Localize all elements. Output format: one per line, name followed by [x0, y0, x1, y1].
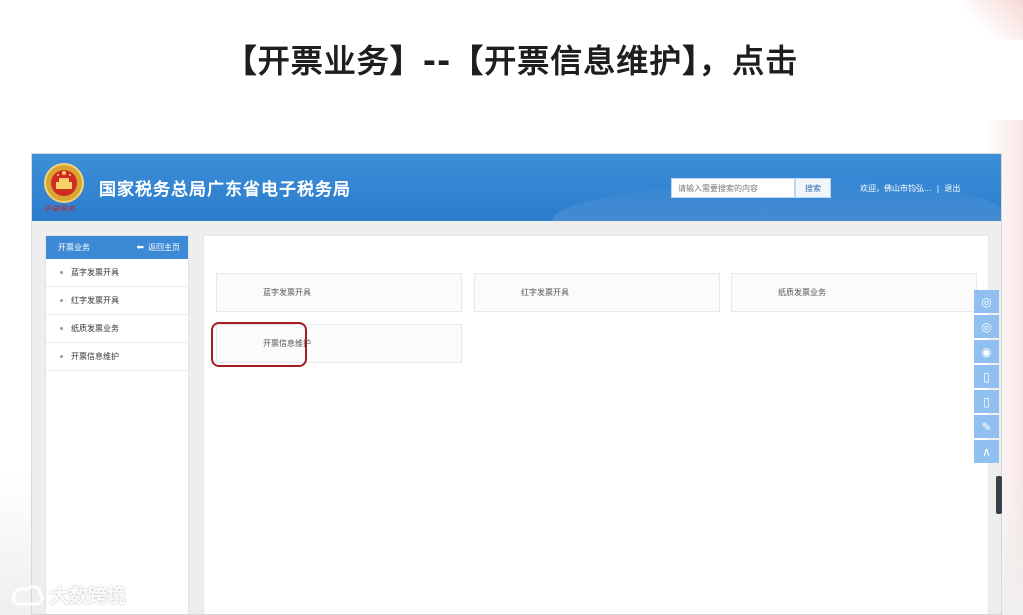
watermark: 大数跨境 — [10, 581, 126, 608]
main-content: 蓝字发票开具 红字发票开具 纸质发票业务 开票信息维护 — [203, 235, 989, 614]
sidebar: 开票业务 ⬅ 返回主页 蓝字发票开具 红字发票开具 纸质发票业务 开票信息维护 — [45, 235, 189, 614]
tax-bureau-app-screenshot: 中国税务 国家税务总局广东省电子税务局 搜索 欢迎，佛山市钧弘... | 退出 开票… — [31, 153, 1002, 615]
watermark-text: 大数跨境 — [50, 585, 127, 607]
watermark-logo-icon — [12, 584, 44, 605]
emblem-caption: 中国税务 — [44, 205, 76, 213]
wechat-icon[interactable]: ◎ — [974, 290, 999, 313]
bullet-icon — [60, 271, 63, 274]
sidebar-item-invoice-info-maintenance[interactable]: 开票信息维护 — [46, 343, 188, 371]
search-button[interactable]: 搜索 — [795, 178, 831, 198]
sidebar-item-paper-invoice[interactable]: 纸质发票业务 — [46, 315, 188, 343]
welcome-separator: | — [936, 184, 940, 193]
edit-icon[interactable]: ✎ — [974, 415, 999, 438]
slide-corner-decoration — [963, 0, 1023, 40]
welcome-text: 欢迎，佛山市钧弘... — [860, 184, 932, 193]
tile-paper-invoice[interactable]: 纸质发票业务 — [731, 273, 977, 312]
bullet-icon — [60, 355, 63, 358]
floating-share-toolbar: ◎ ◎ ◉ ▯ ▯ ✎ ∧ — [974, 290, 999, 465]
bullet-icon — [60, 299, 63, 302]
sidebar-item-label: 蓝字发票开具 — [71, 268, 119, 277]
highlight-annotation-box — [211, 322, 307, 367]
back-to-top-icon[interactable]: ∧ — [974, 440, 999, 463]
scrollbar-thumb[interactable] — [996, 476, 1002, 514]
sidebar-heading-label: 开票业务 — [58, 243, 90, 252]
back-home-label: 返回主页 — [148, 243, 180, 252]
sidebar-item-label: 纸质发票业务 — [71, 324, 119, 333]
tile-blue-invoice[interactable]: 蓝字发票开具 — [216, 273, 462, 312]
national-emblem-icon — [44, 163, 84, 203]
sidebar-item-label: 开票信息维护 — [71, 352, 119, 361]
mobile-icon[interactable]: ▯ — [974, 365, 999, 388]
app-header: 中国税务 国家税务总局广东省电子税务局 搜索 欢迎，佛山市钧弘... | 退出 — [32, 154, 1001, 221]
bullet-icon — [60, 327, 63, 330]
sidebar-heading: 开票业务 ⬅ 返回主页 — [46, 236, 188, 259]
back-arrow-icon: ⬅ — [136, 242, 144, 253]
mobile-icon[interactable]: ▯ — [974, 390, 999, 413]
slide-title: 【开票业务】--【开票信息维护】，点击 — [224, 42, 799, 80]
sidebar-item-red-invoice[interactable]: 红字发票开具 — [46, 287, 188, 315]
tile-red-invoice[interactable]: 红字发票开具 — [474, 273, 720, 312]
site-title: 国家税务总局广东省电子税务局 — [99, 180, 351, 200]
user-welcome: 欢迎，佛山市钧弘... | 退出 — [860, 183, 960, 194]
sidebar-item-label: 红字发票开具 — [71, 296, 119, 305]
weibo-icon[interactable]: ◉ — [974, 340, 999, 363]
wechat-icon[interactable]: ◎ — [974, 315, 999, 338]
back-home-link[interactable]: ⬅ 返回主页 — [136, 242, 180, 253]
sidebar-item-blue-invoice[interactable]: 蓝字发票开具 — [46, 259, 188, 287]
logout-link[interactable]: 退出 — [944, 184, 960, 193]
search-input[interactable] — [671, 178, 795, 198]
